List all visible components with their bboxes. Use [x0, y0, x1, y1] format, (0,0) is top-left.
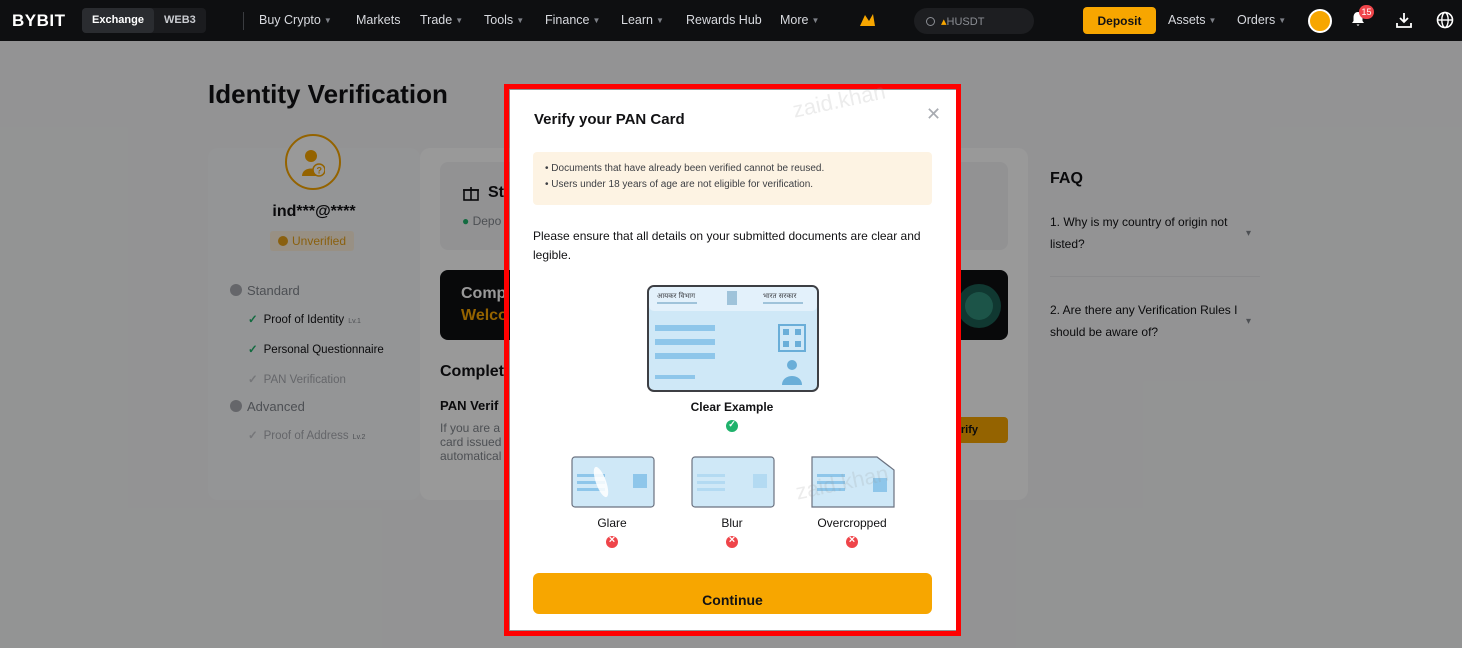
chevron-down-icon: ▼	[455, 16, 464, 25]
menu-trade[interactable]: Trade ▼	[420, 13, 463, 27]
top-nav: BYBIT Exchange WEB3 Buy Crypto ▼ Markets …	[0, 0, 1462, 41]
tab-exchange[interactable]: Exchange	[82, 8, 154, 33]
search-input[interactable]: ▴HUSDT	[914, 8, 1034, 34]
notification-badge: 15	[1359, 5, 1374, 19]
card-header-right: भारत सरकार	[763, 292, 797, 300]
chevron-down-icon: ▼	[592, 16, 601, 25]
blur-label: Blur	[721, 516, 743, 530]
chevron-down-icon: ▼	[323, 16, 332, 25]
error-circle-icon	[606, 534, 618, 548]
menu-assets[interactable]: Assets ▼	[1168, 13, 1216, 27]
card-header-left: आयकर विभाग	[657, 291, 696, 300]
menu-label: Rewards Hub	[686, 13, 762, 27]
pan-card-clear-example: आयकर विभाग भारत सरकार	[647, 285, 819, 392]
notice-line-2: • Users under 18 years of age are not el…	[545, 179, 814, 190]
menu-markets[interactable]: Markets	[356, 13, 400, 27]
chevron-down-icon: ▼	[811, 16, 820, 25]
menu-finance[interactable]: Finance ▼	[545, 13, 600, 27]
menu-label: Finance	[545, 13, 590, 27]
download-icon[interactable]	[1395, 11, 1413, 29]
error-circle-icon	[846, 534, 858, 548]
notice-line-1: • Documents that have already been verif…	[545, 163, 825, 174]
check-circle-icon	[726, 419, 738, 432]
nav-divider	[243, 12, 244, 30]
overcropped-label: Overcropped	[817, 516, 887, 530]
chevron-down-icon: ▼	[1208, 16, 1217, 25]
menu-label: Markets	[356, 13, 401, 27]
glare-label: Glare	[597, 516, 627, 530]
menu-buy-crypto[interactable]: Buy Crypto ▼	[259, 13, 332, 27]
continue-button[interactable]: Continue	[533, 573, 932, 614]
menu-label: Assets	[1168, 13, 1206, 27]
menu-label: More	[780, 13, 809, 27]
menu-tools[interactable]: Tools ▼	[484, 13, 524, 27]
close-icon[interactable]: ✕	[926, 104, 941, 125]
menu-label: Tools	[484, 13, 514, 27]
error-circle-icon	[726, 534, 738, 548]
search-value: HUSDT	[946, 16, 985, 28]
pan-card-glare-example	[571, 456, 655, 508]
globe-icon[interactable]	[1436, 11, 1454, 29]
menu-label: Trade	[420, 13, 453, 27]
chevron-down-icon: ▼	[1278, 16, 1287, 25]
notice-box: • Documents that have already been verif…	[533, 152, 932, 205]
modal-title: Verify your PAN Card	[534, 111, 685, 128]
menu-label: Buy Crypto	[259, 13, 321, 27]
deposit-button[interactable]: Deposit	[1083, 7, 1156, 34]
chevron-down-icon: ▼	[516, 16, 525, 25]
bybit-logo[interactable]: BYBIT	[12, 11, 66, 31]
menu-more[interactable]: More ▼	[780, 13, 819, 27]
chevron-down-icon: ▼	[655, 16, 664, 25]
promo-icon[interactable]	[857, 11, 877, 29]
tab-web3[interactable]: WEB3	[154, 8, 206, 33]
pan-card-blur-example	[691, 456, 775, 508]
menu-rewards-hub[interactable]: Rewards Hub	[686, 13, 762, 27]
user-avatar[interactable]	[1308, 9, 1332, 33]
menu-learn[interactable]: Learn ▼	[621, 13, 664, 27]
clear-example-label: Clear Example	[690, 400, 774, 414]
exchange-web3-switch: Exchange WEB3	[82, 8, 206, 33]
search-icon	[926, 17, 935, 26]
menu-label: Learn	[621, 13, 653, 27]
instruction-text: Please ensure that all details on your s…	[533, 229, 921, 262]
menu-orders[interactable]: Orders ▼	[1237, 13, 1286, 27]
menu-label: Orders	[1237, 13, 1276, 27]
